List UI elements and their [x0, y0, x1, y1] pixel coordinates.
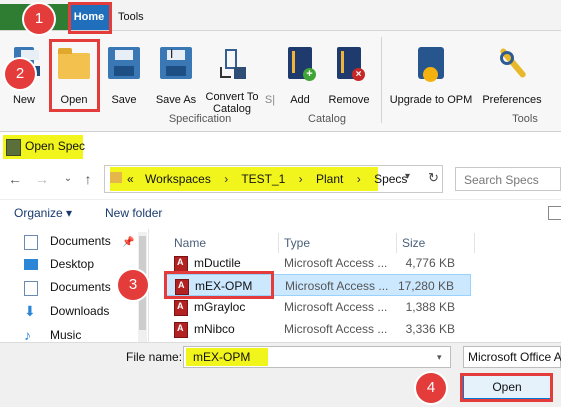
breadcrumb-workspaces[interactable]: Workspaces — [145, 172, 211, 186]
organize-button[interactable]: Organize ▾ — [14, 206, 72, 220]
breadcrumb-separator[interactable]: › — [224, 172, 228, 186]
command-bar — [0, 199, 561, 230]
column-header-type[interactable]: Type — [284, 236, 310, 250]
column-divider[interactable] — [278, 233, 279, 253]
file-row[interactable]: mNibco Microsoft Access ... 3,336 KB — [165, 318, 471, 340]
save-label: Save — [111, 94, 137, 106]
column-header-size[interactable]: Size — [402, 236, 425, 250]
breadcrumb-separator[interactable]: › — [299, 172, 303, 186]
save-icon — [108, 47, 140, 79]
address-dropdown-icon[interactable]: ▾ — [405, 171, 410, 182]
file-type-filter-value: Microsoft Office A — [468, 350, 561, 364]
save-as-icon — [160, 47, 192, 79]
file-name: mNibco — [194, 322, 235, 336]
file-type: Microsoft Access ... — [284, 322, 388, 336]
group-label-tools: Tools — [512, 113, 538, 125]
breadcrumb-overflow[interactable]: « — [127, 172, 134, 186]
file-type: Microsoft Access ... — [284, 300, 388, 314]
catalog-add-icon: + — [288, 47, 316, 81]
step-badge-4: 4 — [416, 373, 446, 403]
annotation-box-file — [164, 271, 274, 299]
file-size: 3,336 KB — [405, 322, 455, 336]
text-cursor-icon: I — [170, 47, 174, 61]
new-label: New — [12, 94, 35, 106]
file-name-label: File name: — [126, 350, 183, 364]
annotation-box-home — [68, 2, 112, 34]
file-row[interactable]: mGrayloc Microsoft Access ... 1,388 KB — [165, 296, 471, 318]
view-options-icon[interactable] — [548, 206, 561, 220]
column-divider[interactable] — [396, 233, 397, 253]
pin-icon[interactable]: 📌 — [122, 237, 134, 248]
convert-label: Convert To Catalog — [205, 91, 259, 115]
step-badge-3: 3 — [118, 270, 148, 300]
breadcrumb-separator[interactable]: › — [357, 172, 361, 186]
step-badge-2: 2 — [5, 59, 35, 89]
search-placeholder: Search Specs — [464, 173, 539, 187]
file-size: 4,776 KB — [405, 256, 455, 270]
access-file-icon — [174, 300, 188, 316]
breadcrumb-specs[interactable]: Specs — [374, 172, 407, 186]
file-size: 1,388 KB — [405, 300, 455, 314]
back-arrow-icon[interactable]: ← — [7, 171, 23, 187]
forward-arrow-icon[interactable]: → — [34, 171, 50, 187]
save-as-label: Save As — [155, 94, 197, 106]
tab-tools[interactable]: Tools — [118, 4, 144, 30]
dialog-title: Open Spec — [25, 139, 86, 153]
upgrade-database-icon — [418, 47, 444, 82]
add-label: Add — [290, 94, 310, 106]
file-name: mDuctile — [194, 256, 241, 270]
breadcrumb: « Workspaces › TEST_1 › Plant › Specs — [127, 172, 407, 186]
wrench-icon — [496, 47, 528, 79]
address-folder-icon — [110, 172, 122, 183]
new-folder-button[interactable]: New folder — [105, 206, 162, 220]
remove-label: Remove — [328, 94, 370, 106]
breadcrumb-plant[interactable]: Plant — [316, 172, 343, 186]
file-type: Microsoft Access ... — [285, 279, 389, 293]
up-arrow-icon[interactable]: ↑ — [80, 171, 96, 187]
annotation-box-open-button — [460, 373, 553, 402]
music-note-icon: ♪ — [24, 327, 31, 343]
access-file-icon — [174, 322, 188, 338]
documents-icon — [24, 235, 38, 250]
annotation-box-open — [49, 39, 100, 112]
file-name: mGrayloc — [194, 300, 246, 314]
breadcrumb-test-1[interactable]: TEST_1 — [241, 172, 285, 186]
preferences-label: Preferences — [482, 94, 542, 106]
group-label-specification: Specification — [168, 113, 232, 125]
recent-locations-chevron-icon[interactable]: ⌄ — [60, 171, 76, 187]
column-header-name[interactable]: Name — [174, 236, 206, 250]
upgrade-label: Upgrade to OPM — [389, 94, 473, 106]
desktop-icon — [24, 259, 38, 270]
download-arrow-icon: ⬇ — [24, 303, 36, 319]
spec-app-icon — [6, 139, 21, 156]
file-name-dropdown-icon[interactable]: ▾ — [437, 352, 442, 363]
convert-icon — [216, 49, 248, 81]
group-label-catalog: Catalog — [308, 113, 346, 125]
access-file-icon — [174, 256, 188, 272]
file-type: Microsoft Access ... — [284, 256, 388, 270]
file-size: 17,280 KB — [397, 279, 454, 293]
file-name-value[interactable]: mEX-OPM — [193, 350, 250, 364]
column-divider[interactable] — [474, 233, 475, 253]
catalog-remove-icon: × — [337, 47, 365, 81]
step-badge-1: 1 — [24, 4, 54, 34]
ribbon-group-separator — [381, 37, 382, 123]
refresh-icon[interactable]: ↻ — [428, 170, 439, 186]
documents-icon — [24, 281, 38, 296]
